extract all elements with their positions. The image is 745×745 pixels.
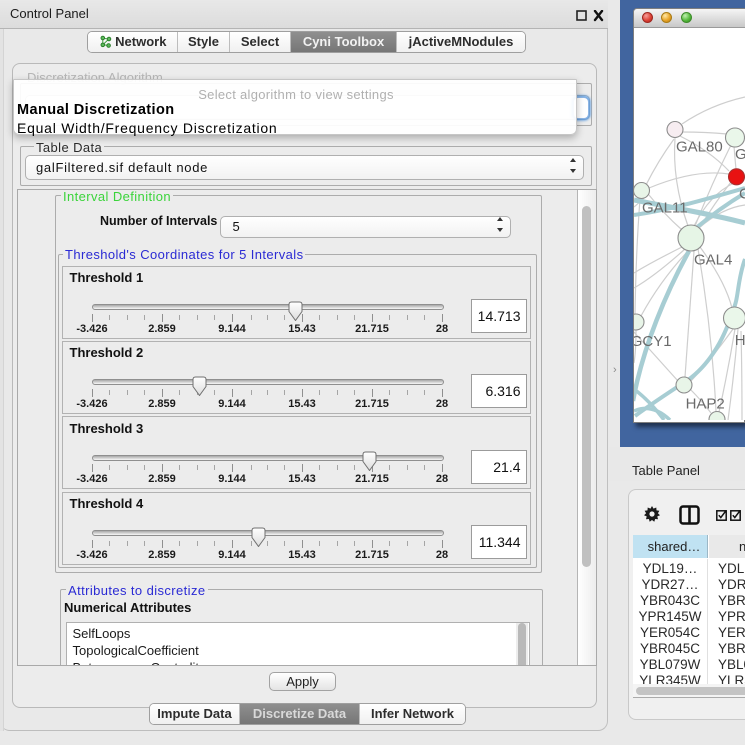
svg-text:GAL4: GAL4	[694, 252, 732, 269]
svg-text:C: C	[739, 186, 745, 203]
svg-text:GCY1: GCY1	[634, 333, 672, 350]
svg-text:H: H	[735, 332, 745, 349]
svg-text:HAP2: HAP2	[686, 396, 725, 413]
svg-text:GAL11: GAL11	[642, 200, 688, 217]
svg-text:GA: GA	[735, 146, 745, 163]
svg-text:GAL80: GAL80	[676, 139, 723, 156]
